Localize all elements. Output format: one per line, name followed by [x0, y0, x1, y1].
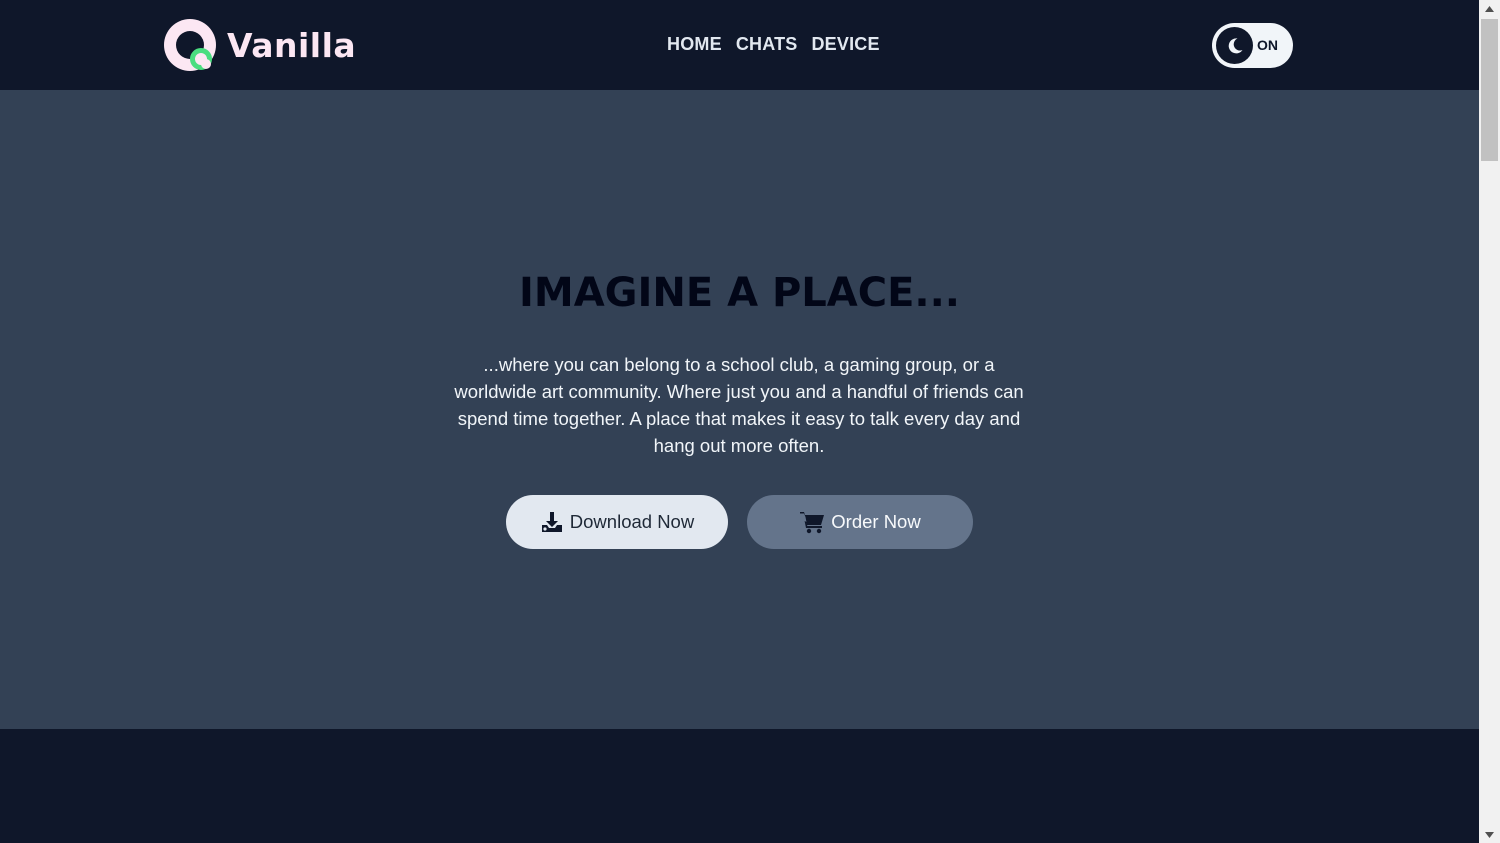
scroll-thumb[interactable]	[1481, 19, 1498, 161]
download-now-label: Download Now	[569, 511, 695, 532]
site-header: Vanilla HOME CHATS DEVICE ON	[0, 0, 1479, 90]
main-nav: HOME CHATS DEVICE	[667, 34, 880, 55]
order-now-button[interactable]: Order Now	[747, 495, 973, 549]
page-scrollbar[interactable]	[1479, 0, 1500, 843]
nav-chats-link[interactable]: CHATS	[736, 34, 798, 55]
scroll-up-icon[interactable]	[1479, 0, 1500, 17]
logo-mark-icon	[163, 18, 217, 72]
download-now-button[interactable]: Download Now	[506, 495, 728, 549]
page: Vanilla HOME CHATS DEVICE ON IMAGINE A P…	[0, 0, 1479, 843]
toggle-state-label: ON	[1257, 37, 1278, 53]
nav-device-link[interactable]: DEVICE	[811, 34, 879, 55]
cart-icon	[799, 510, 825, 534]
dark-mode-toggle[interactable]: ON	[1212, 23, 1293, 68]
scroll-down-icon[interactable]	[1479, 826, 1500, 843]
hero-section: IMAGINE A PLACE... ...where you can belo…	[0, 90, 1479, 729]
nav-home-link[interactable]: HOME	[667, 34, 722, 55]
hero-title: IMAGINE A PLACE...	[519, 270, 960, 316]
order-now-label: Order Now	[831, 511, 921, 532]
download-icon	[540, 510, 564, 534]
logo[interactable]: Vanilla	[163, 18, 356, 72]
moon-icon	[1216, 27, 1253, 64]
brand-name: Vanilla	[227, 25, 357, 65]
hero-description: ...where you can belong to a school club…	[454, 354, 1024, 456]
